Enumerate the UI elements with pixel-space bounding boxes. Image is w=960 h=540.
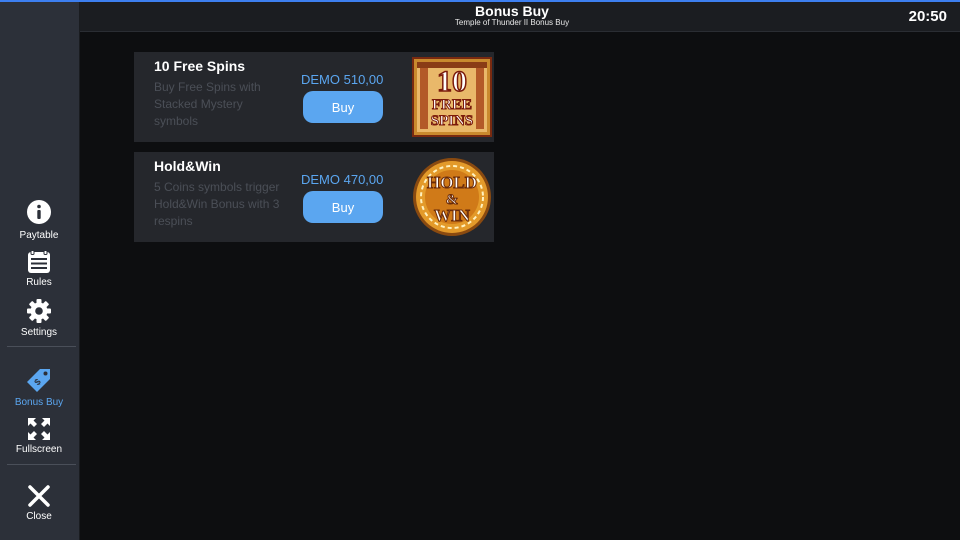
buy-free-spins-button[interactable]: Buy (303, 91, 383, 123)
offer-description: Buy Free Spins with Stacked Mystery symb… (154, 80, 261, 128)
free-spins-image: 10 FREE SPINS (412, 57, 492, 137)
sidebar-item-label: Bonus Buy (14, 397, 64, 408)
bonus-offer-card: Hold&Win 5 Coins symbols trigger Hold&Wi… (134, 152, 494, 242)
bonus-offer-card: 10 Free Spins Buy Free Spins with Stacke… (134, 52, 494, 142)
info-icon (27, 200, 51, 224)
fullscreen-icon (28, 418, 50, 440)
sidebar-divider (7, 464, 76, 465)
sidebar-item-close[interactable]: Close (0, 484, 78, 522)
sidebar-item-label: Fullscreen (15, 444, 63, 455)
sidebar-item-label: Paytable (19, 230, 59, 241)
art-text: FREE (432, 97, 472, 113)
art-text: 10 (437, 65, 467, 98)
offer-price: DEMO 470,00 (301, 172, 384, 187)
hold-and-win-image: HOLD & WIN (413, 158, 491, 236)
sidebar-item-rules[interactable]: Rules (0, 250, 78, 288)
sidebar-item-label: Close (26, 511, 52, 522)
sidebar-item-fullscreen[interactable]: Fullscreen (0, 417, 78, 455)
clock: 20:50 (908, 8, 947, 25)
sidebar-divider (7, 346, 76, 347)
close-icon (28, 485, 50, 507)
page-subtitle: Temple of Thunder II Bonus Buy (454, 18, 570, 27)
sidebar-item-label: Rules (26, 277, 52, 288)
tag-icon: $ (27, 369, 50, 392)
rules-icon (28, 250, 50, 273)
offer-description: 5 Coins symbols trigger Hold&Win Bonus w… (154, 180, 280, 228)
sidebar-item-paytable[interactable]: Paytable (0, 199, 78, 241)
sidebar-item-settings[interactable]: Settings (0, 298, 78, 338)
sidebar-item-bonus-buy[interactable]: $ Bonus Buy (0, 366, 78, 408)
offer-price: DEMO 510,00 (301, 72, 384, 87)
offer-name: 10 Free Spins (154, 58, 246, 74)
offer-name: Hold&Win (154, 158, 221, 174)
sidebar: Paytable Rules Settings $ Bonus Buy Full… (0, 2, 80, 540)
art-text: WIN (434, 206, 471, 225)
art-text: SPINS (431, 113, 474, 129)
header-bar: Bonus Buy Temple of Thunder II Bonus Buy… (79, 2, 960, 32)
page-title: Bonus Buy (475, 3, 549, 19)
gear-icon (27, 299, 51, 323)
art-text: HOLD (427, 173, 477, 192)
buy-hold-and-win-button[interactable]: Buy (303, 191, 383, 223)
sidebar-item-label: Settings (20, 327, 58, 338)
